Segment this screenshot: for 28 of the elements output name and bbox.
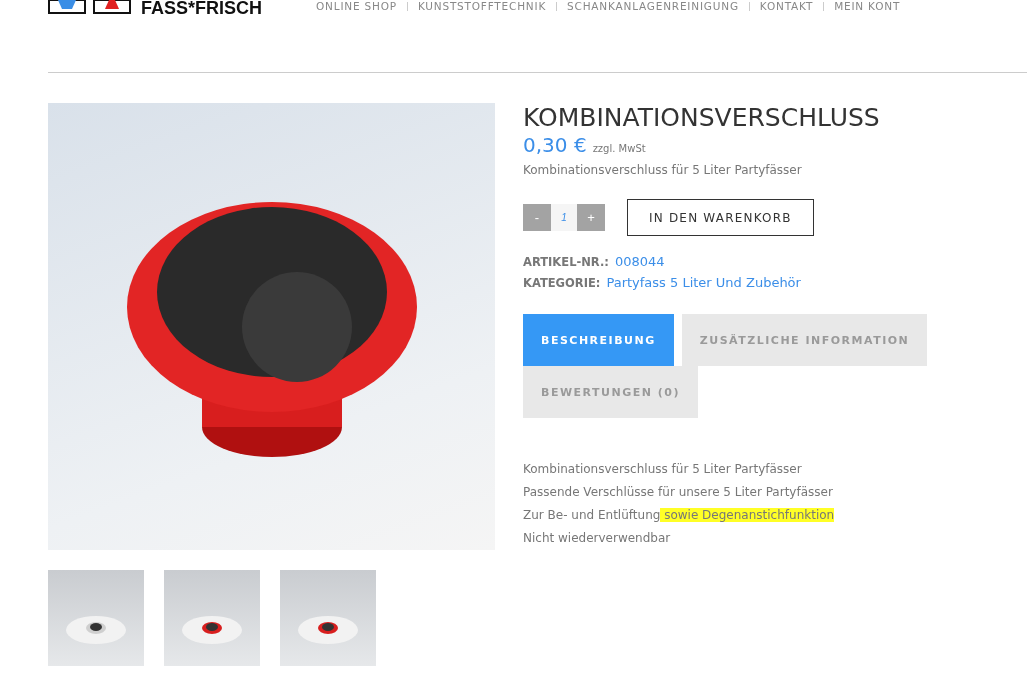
description-line: Nicht wiederverwendbar (523, 530, 672, 547)
nav-link[interactable]: SCHANKANLAGENREINIGUNG (567, 0, 739, 12)
price: 0,30 € (523, 133, 587, 157)
tax-note: zzgl. MwSt (592, 143, 646, 154)
nav-link[interactable]: KUNSTSTOFFTECHNIK (417, 0, 547, 12)
decrease-button[interactable]: - (523, 204, 551, 231)
short-description: Kombinationsverschluss für 5 Liter Partyfässer (523, 163, 803, 177)
meta-link[interactable]: 008044 (614, 254, 665, 269)
tab[interactable]: BESCHREIBUNG (523, 314, 674, 366)
meta-link[interactable]: Partyfass 5 Liter Und Zubehör (606, 275, 801, 290)
increase-button[interactable]: + (577, 204, 605, 231)
meta-label: KATEGORIE: (523, 276, 601, 290)
meta-label: ARTIKEL-NR.: (523, 255, 609, 269)
nav-link[interactable]: MEIN KONT (834, 0, 901, 12)
tab[interactable]: ZUSÄTZLICHE INFORMATION (681, 314, 928, 366)
product-thumbnail[interactable] (280, 570, 376, 666)
quantity-field[interactable]: 1 (551, 204, 577, 231)
nav-link[interactable]: ONLINE SHOP (316, 0, 397, 12)
product-thumbnail[interactable] (48, 570, 144, 666)
product-thumbnail[interactable] (164, 570, 260, 666)
product-title: KOMBINATIONSVERSCHLUSS (523, 103, 881, 133)
description-line: Zur Be- und Entlüftung sowie Degenanstichfunktion (523, 507, 836, 524)
description-line: Kombinationsverschluss für 5 Liter Partyfässer (523, 461, 803, 478)
tab[interactable]: BEWERTUNGEN (0) (523, 366, 698, 418)
add-to-cart-button[interactable]: IN DEN WARENKORB (627, 199, 814, 236)
nav-link[interactable]: KONTAKT (759, 0, 814, 12)
logo-text[interactable]: FASS*FRISCH (141, 0, 263, 16)
description-line: Passende Verschlüsse für unsere 5 Liter Partyfässer (523, 484, 834, 501)
